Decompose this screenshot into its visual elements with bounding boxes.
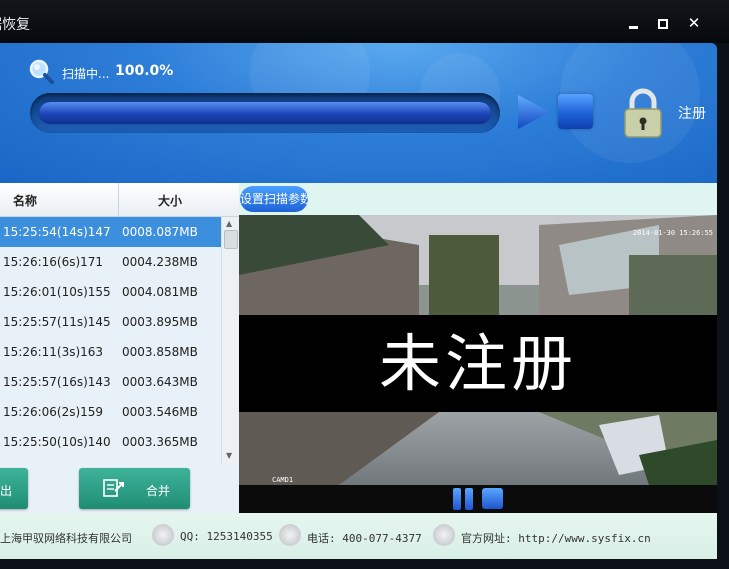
merge-button[interactable]: 合并 <box>79 468 190 509</box>
merge-button-label: 合并 <box>146 484 171 498</box>
list-scrollbar[interactable]: ▲ ▼ <box>221 217 239 465</box>
file-size-cell: 0004.081MB <box>122 285 198 299</box>
table-row[interactable]: 15:26:06(2s)159 0003.546MB <box>0 397 221 427</box>
watermark-band: 未注册 <box>239 315 717 412</box>
close-button[interactable]: ✕ <box>683 12 705 34</box>
file-size-cell: 0003.858MB <box>122 345 198 359</box>
progress-fill <box>39 102 491 124</box>
scroll-down-icon[interactable]: ▼ <box>226 451 232 460</box>
lock-icon[interactable] <box>622 88 664 138</box>
scan-settings-button[interactable]: 设置扫描参数 <box>240 186 308 212</box>
scroll-up-icon[interactable]: ▲ <box>226 219 232 228</box>
file-name-cell: 15:26:11(3s)163 <box>3 345 104 359</box>
merge-icon <box>103 479 124 497</box>
table-row[interactable]: 15:25:57(16s)143 0003.643MB <box>0 367 221 397</box>
file-list-panel: 名称 大小 15:25:54(14s)147 0008.087MB 15:26:16… <box>0 183 239 513</box>
phone-icon <box>279 524 301 546</box>
pause-icon <box>453 488 461 510</box>
pause-button[interactable] <box>452 488 474 510</box>
maximize-icon <box>658 19 668 29</box>
scan-progress-text: 100.0% <box>115 63 174 79</box>
video-timestamp: 2014-01-30 15:26:55 <box>632 229 713 237</box>
window-border <box>717 43 729 569</box>
file-size-cell: 0003.365MB <box>122 435 198 449</box>
preview-toolbar: 设置扫描参数 <box>239 183 717 215</box>
column-divider <box>118 183 119 216</box>
export-button[interactable]: 出 <box>0 468 28 509</box>
qq-icon <box>152 524 174 546</box>
file-size-cell: 0003.643MB <box>122 375 198 389</box>
file-name-cell: 15:26:01(10s)155 <box>3 285 111 299</box>
table-row[interactable]: 15:25:57(11s)145 0003.895MB <box>0 307 221 337</box>
file-name-cell: 15:26:16(6s)171 <box>3 255 104 269</box>
player-controls <box>239 485 717 513</box>
website-link[interactable]: 官方网址: http://www.sysfix.cn <box>461 530 651 546</box>
file-name-cell: 15:25:57(16s)143 <box>3 375 111 389</box>
minimize-button[interactable] <box>622 12 644 34</box>
register-link[interactable]: 注册 <box>678 103 706 123</box>
window-title: 据恢复 <box>0 17 30 33</box>
unregistered-watermark: 未注册 <box>378 327 577 400</box>
camera-label: CAMD1 <box>272 476 294 484</box>
file-name-cell: 15:25:54(14s)147 <box>3 225 111 239</box>
close-icon: ✕ <box>687 14 701 32</box>
file-list: 15:25:54(14s)147 0008.087MB 15:26:16(6s)17… <box>0 217 221 457</box>
file-size-cell: 0008.087MB <box>122 225 198 239</box>
scrollbar-thumb[interactable] <box>224 230 238 249</box>
title-bar[interactable]: 据恢复 ✕ <box>0 0 729 43</box>
app-window: 据恢复 ✕ 扫描中... 100.0% <box>0 0 729 569</box>
video-preview: 2014-01-30 15:26:55 CAMD1 未注册 <box>239 215 717 485</box>
table-row[interactable]: 15:25:50(10s)140 0003.365MB <box>0 427 221 457</box>
progress-track <box>39 102 491 124</box>
file-name-cell: 15:25:50(10s)140 <box>3 435 111 449</box>
stop-button[interactable] <box>558 94 593 129</box>
column-header-size[interactable]: 大小 <box>158 192 182 209</box>
qq-number: QQ: 1253140355 <box>180 530 273 543</box>
footer-bar: 上海甲驭网络科技有限公司 QQ: 1253140355 电话: 400-077-… <box>0 513 717 559</box>
play-icon[interactable] <box>516 93 552 131</box>
file-name-cell: 15:26:06(2s)159 <box>3 405 104 419</box>
file-size-cell: 0003.895MB <box>122 315 198 329</box>
minimize-icon <box>629 26 638 29</box>
file-name-cell: 15:25:57(11s)145 <box>3 315 111 329</box>
list-header: 名称 大小 <box>0 183 239 217</box>
table-row[interactable]: 15:26:01(10s)155 0004.081MB <box>0 277 221 307</box>
file-size-cell: 0003.546MB <box>122 405 198 419</box>
phone-number: 电话: 400-077-4377 <box>307 532 422 545</box>
stop-playback-button[interactable] <box>482 488 503 509</box>
column-header-name[interactable]: 名称 <box>13 192 37 209</box>
globe-icon <box>433 524 455 546</box>
table-row[interactable]: 15:26:16(6s)171 0004.238MB <box>0 247 221 277</box>
table-row[interactable]: 15:25:54(14s)147 0008.087MB <box>0 217 221 247</box>
pause-icon <box>465 488 473 510</box>
scan-status-label: 扫描中... <box>62 67 110 81</box>
scan-progress-bar <box>30 93 500 133</box>
search-icon <box>29 59 54 84</box>
maximize-button[interactable] <box>651 12 673 34</box>
scan-header: 扫描中... 100.0% 注册 <box>0 43 717 183</box>
table-row[interactable]: 15:26:11(3s)163 0003.858MB <box>0 337 221 367</box>
export-button-label: 出 <box>0 484 13 498</box>
preview-panel: 设置扫描参数 2014-01-30 15:26:55 CAMD1 未注册 <box>239 183 717 513</box>
company-name: 上海甲驭网络科技有限公司 <box>0 532 132 545</box>
file-size-cell: 0004.238MB <box>122 255 198 269</box>
